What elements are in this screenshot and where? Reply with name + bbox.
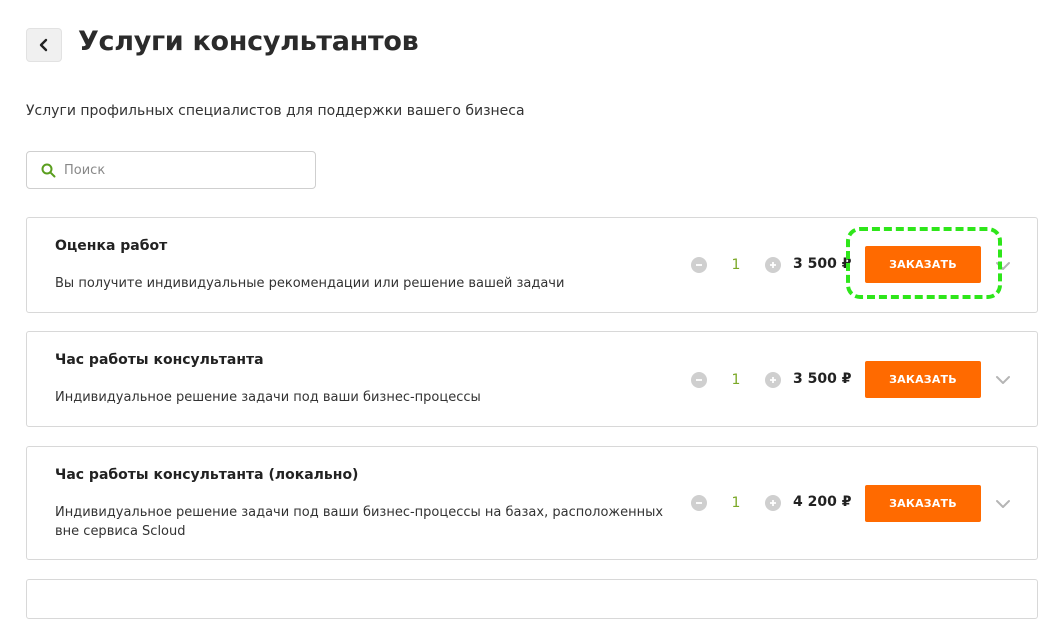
search-icon [41, 163, 56, 177]
chevron-down-icon[interactable] [995, 499, 1011, 509]
quantity-stepper: 1 [691, 493, 781, 513]
quantity-stepper: 1 [691, 370, 781, 390]
increment-button[interactable] [765, 257, 781, 273]
service-card-partial [26, 579, 1038, 619]
service-card-consultant-hour-local: Час работы консультанта (локально) Индив… [26, 446, 1038, 560]
decrement-button[interactable] [691, 372, 707, 388]
service-card-estimate: Оценка работ Вы получите индивидуальные … [26, 217, 1038, 313]
plus-icon [770, 500, 776, 506]
decrement-button[interactable] [691, 257, 707, 273]
service-price: 3 500 ₽ [793, 371, 852, 387]
service-title: Час работы консультанта (локально) [55, 467, 359, 483]
decrement-button[interactable] [691, 495, 707, 511]
minus-icon [696, 264, 702, 266]
chevron-left-icon [39, 38, 48, 52]
service-price: 4 200 ₽ [793, 494, 852, 510]
search-input[interactable] [62, 161, 296, 179]
order-button[interactable]: ЗАКАЗАТЬ [865, 485, 981, 522]
page-subtitle: Услуги профильных специалистов для подде… [26, 103, 525, 119]
service-description: Индивидуальное решение задачи под ваши б… [55, 390, 481, 405]
back-button[interactable] [26, 28, 62, 62]
search-box[interactable] [26, 151, 316, 189]
service-title: Час работы консультанта [55, 352, 264, 368]
chevron-down-icon[interactable] [995, 375, 1011, 385]
service-card-consultant-hour: Час работы консультанта Индивидуальное р… [26, 331, 1038, 427]
service-price: 3 500 ₽ [793, 256, 852, 272]
order-button[interactable]: ЗАКАЗАТЬ [865, 246, 981, 283]
chevron-down-icon[interactable] [995, 261, 1011, 271]
plus-icon [770, 377, 776, 383]
service-description: Индивидуальное решение задачи под ваши б… [55, 505, 664, 539]
service-title: Оценка работ [55, 238, 168, 254]
page-title: Услуги консультантов [78, 26, 419, 57]
minus-icon [696, 502, 702, 504]
service-description: Вы получите индивидуальные рекомендации … [55, 276, 565, 291]
increment-button[interactable] [765, 372, 781, 388]
minus-icon [696, 379, 702, 381]
increment-button[interactable] [765, 495, 781, 511]
quantity-stepper: 1 [691, 255, 781, 275]
quantity-value: 1 [731, 372, 741, 388]
quantity-value: 1 [731, 495, 741, 511]
plus-icon [770, 262, 776, 268]
quantity-value: 1 [731, 257, 741, 273]
order-button[interactable]: ЗАКАЗАТЬ [865, 361, 981, 398]
